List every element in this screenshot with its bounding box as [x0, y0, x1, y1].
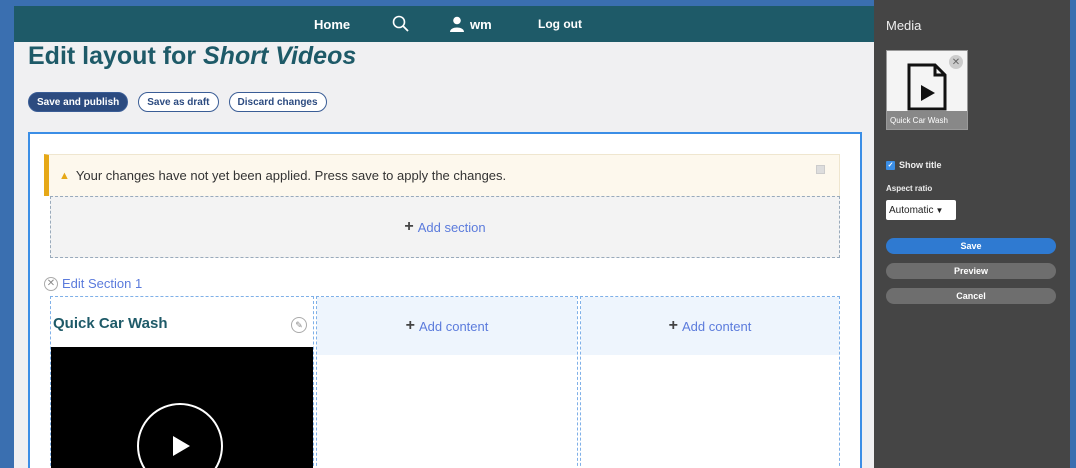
add-content-label: Add content — [681, 318, 752, 334]
plus-icon: + — [668, 317, 678, 334]
remove-media-icon[interactable]: ✕ — [949, 55, 963, 69]
layout-region-third: + Add content — [580, 296, 840, 468]
panel-cancel-button[interactable]: Cancel — [886, 288, 1056, 304]
nav-user-label: wm — [470, 16, 492, 32]
nav-home-label: Home — [314, 16, 351, 32]
layout-canvas: ▲ Your changes have not yet been applied… — [28, 132, 862, 468]
add-content-button[interactable]: + Add content — [581, 297, 839, 355]
nav-home-link[interactable]: Home — [314, 6, 350, 42]
nav-logout-label: Log out — [538, 17, 582, 31]
unsaved-changes-warning: ▲ Your changes have not yet been applied… — [44, 154, 840, 196]
play-button[interactable] — [137, 403, 223, 468]
edit-section-link[interactable]: ✕ Edit Section 1 — [44, 276, 142, 291]
save-and-publish-button[interactable]: Save and publish — [28, 92, 129, 112]
plus-icon: + — [405, 317, 415, 334]
warning-text: Your changes have not yet been applied. … — [75, 168, 507, 183]
edit-section-label: Edit Section 1 — [62, 276, 143, 291]
video-player[interactable] — [51, 347, 313, 468]
nav-search-button[interactable] — [392, 6, 410, 42]
block-title: Quick Car Wash — [53, 315, 168, 332]
media-settings-panel: Media ✕ Quick Car Wash ✓ Show title Aspe… — [874, 0, 1070, 468]
checkbox-checked-icon: ✓ — [886, 160, 895, 170]
user-icon — [450, 16, 464, 32]
add-content-label: Add content — [418, 318, 489, 334]
save-as-draft-button[interactable]: Save as draft — [138, 92, 219, 112]
show-title-checkbox[interactable]: ✓ Show title — [886, 160, 942, 170]
play-icon — [173, 436, 190, 456]
media-thumbnail: ✕ Quick Car Wash — [886, 50, 968, 130]
aspect-ratio-label: Aspect ratio — [886, 184, 933, 193]
add-section-label: Add section — [417, 219, 486, 235]
remove-section-icon[interactable]: ✕ — [44, 276, 58, 291]
main-content: Edit layout for Short Videos Save and pu… — [14, 42, 874, 468]
panel-title: Media — [886, 18, 922, 33]
aspect-ratio-select[interactable]: Automatic ▼ — [886, 200, 956, 220]
aspect-ratio-value: Automatic — [889, 204, 934, 216]
nav-logout-link[interactable]: Log out — [538, 6, 582, 42]
pencil-icon[interactable]: ✎ — [291, 317, 307, 333]
nav-user-link[interactable]: wm — [450, 6, 492, 42]
chevron-down-icon: ▼ — [935, 205, 944, 215]
video-file-icon — [907, 63, 947, 111]
add-section-button[interactable]: + Add section — [50, 196, 840, 258]
search-icon — [392, 15, 409, 32]
dismiss-warning-button[interactable] — [816, 165, 825, 174]
top-nav: Home wm Log out — [14, 6, 874, 42]
layout-region-second: + Add content — [316, 296, 578, 468]
layout-region-first: Quick Car Wash ✎ — [50, 296, 314, 468]
page-title: Edit layout for Short Videos — [28, 42, 356, 71]
thumbnail-label: Quick Car Wash — [887, 111, 967, 129]
page-title-prefix: Edit layout for — [28, 42, 203, 70]
show-title-label: Show title — [899, 160, 942, 170]
add-content-button[interactable]: + Add content — [317, 297, 577, 355]
discard-changes-button[interactable]: Discard changes — [228, 92, 327, 112]
warning-icon: ▲ — [59, 169, 70, 182]
panel-save-button[interactable]: Save — [886, 238, 1056, 254]
panel-preview-button[interactable]: Preview — [886, 263, 1056, 279]
page-title-entity: Short Videos — [203, 42, 357, 70]
plus-icon: + — [404, 218, 414, 235]
action-buttons: Save and publish Save as draft Discard c… — [28, 92, 327, 112]
